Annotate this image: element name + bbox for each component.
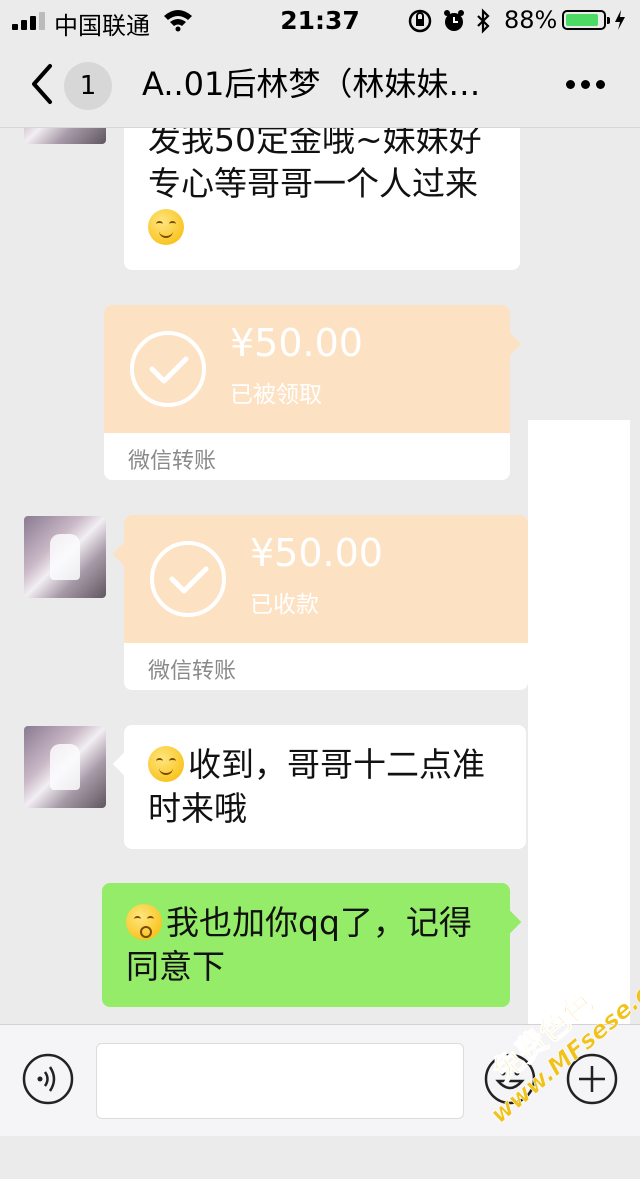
side-panel (528, 420, 630, 1024)
message-bubble-right[interactable]: 我也加你qq了，记得 同意下 (102, 883, 510, 1007)
message-bubble-left[interactable]: 收到，哥哥十二点准 时来哦 (124, 725, 526, 849)
transfer-amount: ¥50.00 (250, 531, 383, 575)
message-input[interactable] (96, 1043, 464, 1119)
bluetooth-icon (477, 8, 490, 34)
message-text: 收到，哥哥十二点准 时来哦 (148, 745, 485, 828)
chevron-left-icon[interactable] (28, 62, 56, 106)
input-bar (0, 1024, 640, 1136)
top-bar: 中国联通 21:37 88% 1 A..01后林梦（林妹妹… (0, 0, 640, 128)
rotation-lock-icon (408, 9, 432, 33)
plus-icon[interactable] (566, 1053, 618, 1105)
transfer-card[interactable]: ¥50.00 已收款 微信转账 (124, 515, 528, 690)
status-icons (408, 8, 490, 34)
battery-icon (562, 10, 610, 30)
smile-emoji-icon (148, 746, 184, 782)
avatar[interactable] (24, 726, 106, 808)
check-circle-icon (150, 541, 226, 617)
avatar[interactable] (24, 516, 106, 598)
message-text: 我也加你qq了，记得 同意下 (126, 903, 472, 986)
chat-title: A..01后林梦（林妹妹… (142, 65, 481, 103)
more-dots-icon[interactable] (566, 80, 606, 90)
transfer-status: 已收款 (250, 592, 319, 618)
alarm-icon (444, 10, 464, 31)
battery-percent: 88% (504, 6, 558, 34)
emoji-icon[interactable] (484, 1053, 536, 1105)
transfer-label: 微信转账 (148, 659, 237, 684)
unread-count-badge[interactable]: 1 (64, 62, 112, 110)
nav-bar: 1 A..01后林梦（林妹妹… (0, 40, 640, 128)
smile-emoji-icon (148, 209, 184, 245)
chat-area[interactable]: 发我50定金哦~妹妹好 专心等哥哥一个人过来 ¥50.00 已被领取 微信转账 … (0, 128, 640, 1024)
status-bar: 中国联通 21:37 88% (0, 0, 640, 40)
shocked-emoji-icon (126, 904, 162, 940)
check-circle-icon (130, 331, 206, 407)
transfer-status: 已被领取 (230, 382, 322, 408)
transfer-amount: ¥50.00 (230, 321, 363, 365)
message-text: 发我50定金哦~妹妹好 专心等哥哥一个人过来 (148, 128, 482, 250)
avatar[interactable] (24, 128, 106, 144)
voice-icon[interactable] (22, 1053, 74, 1105)
charging-icon (615, 10, 625, 30)
transfer-label: 微信转账 (128, 449, 217, 474)
transfer-card[interactable]: ¥50.00 已被领取 微信转账 (104, 305, 510, 480)
message-bubble-left[interactable]: 发我50定金哦~妹妹好 专心等哥哥一个人过来 (124, 128, 520, 270)
